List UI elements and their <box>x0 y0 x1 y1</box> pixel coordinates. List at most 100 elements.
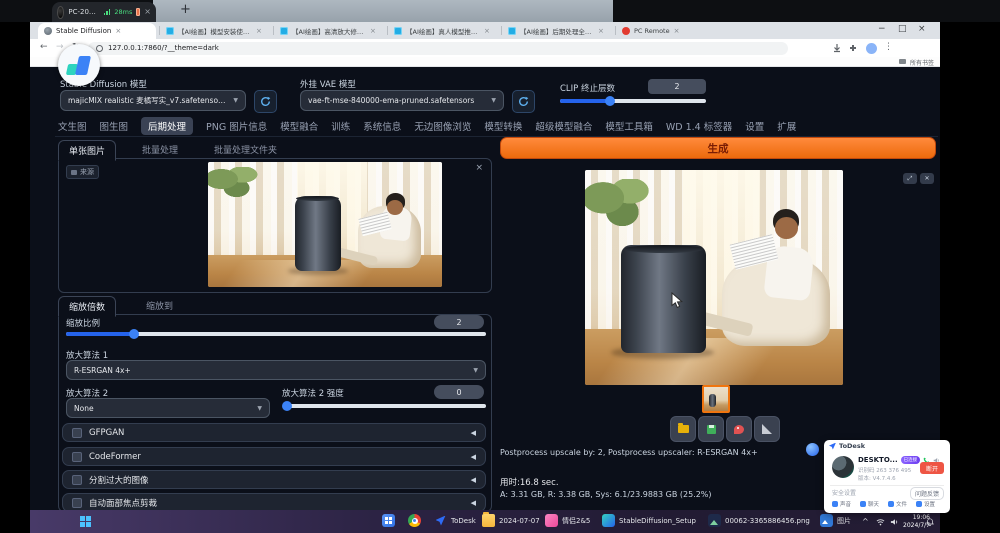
tab-system-info[interactable]: 系统信息 <box>363 119 401 133</box>
browser-tab[interactable]: 【AI绘画】真人模型推荐_哔哩哔哩 × <box>388 23 498 39</box>
tray-expand-icon[interactable]: ^ <box>862 517 869 526</box>
gallery-thumbnail[interactable] <box>702 385 730 413</box>
clear-image-icon[interactable]: × <box>475 164 483 173</box>
taskbar-setup[interactable]: StableDiffusion_Setup <box>602 514 696 527</box>
browser-tab-active[interactable]: Stable Diffusion × <box>38 23 156 39</box>
subtab-single-image[interactable]: 单张图片 <box>58 140 116 161</box>
scale-ratio-slider[interactable] <box>66 332 486 342</box>
tab-wd14-tagger[interactable]: WD 1.4 标签器 <box>666 119 732 133</box>
save-image-button[interactable] <box>698 416 724 442</box>
remote-session-tab[interactable]: PC-20240625HFPL 28ms × <box>52 2 156 22</box>
accordion-codeformer[interactable]: CodeFormer ◀ <box>62 447 486 466</box>
tab-checkpoint-merger[interactable]: 模型融合 <box>280 119 318 133</box>
subtab-scale-by[interactable]: 缩放倍数 <box>58 296 116 317</box>
generate-button[interactable]: 生成 <box>500 137 936 159</box>
taskbar-todesk[interactable]: ToDesk <box>434 514 476 527</box>
checkbox[interactable] <box>72 428 82 438</box>
remote-new-tab-button[interactable]: + <box>180 2 191 17</box>
wifi-icon[interactable] <box>876 518 885 526</box>
subtab-batch-folder[interactable]: 批量处理文件夹 <box>204 140 287 159</box>
todesk-action-files[interactable]: 文件 <box>888 500 907 508</box>
todesk-action-sound[interactable]: 声音 <box>832 500 851 508</box>
window-minimize-button[interactable]: − <box>878 24 886 34</box>
vae-model-dropdown[interactable]: vae-ft-mse-840000-ema-pruned.safetensors… <box>300 90 504 111</box>
open-folder-button[interactable] <box>670 416 696 442</box>
todesk-titlebar[interactable]: ToDesk <box>824 440 950 452</box>
browser-tab[interactable]: 【AI绘画】后期处理全流程_哔哩哔哩 × <box>502 23 612 39</box>
checkbox[interactable] <box>72 452 82 462</box>
slider-handle[interactable] <box>282 401 292 411</box>
notification-bell-icon[interactable] <box>926 518 934 526</box>
bookmarks-folder-icon[interactable] <box>899 59 906 64</box>
accordion-split-oversized[interactable]: 分割过大的图像 ◀ <box>62 470 486 489</box>
resize-tool-button[interactable] <box>754 416 780 442</box>
todesk-settings-link[interactable]: 安全设置 <box>832 488 856 497</box>
todesk-action-chat[interactable]: 聊天 <box>860 500 879 508</box>
tab-close-icon[interactable]: × <box>370 27 376 35</box>
tab-txt2img[interactable]: 文生图 <box>58 119 87 133</box>
todesk-feedback-button[interactable]: 问题反馈 <box>910 487 944 500</box>
subtab-batch-process[interactable]: 批量处理 <box>132 140 188 159</box>
taskbar-chrome[interactable] <box>408 514 421 527</box>
tab-model-toolkit[interactable]: 模型工具箱 <box>605 119 653 133</box>
tab-close-icon[interactable]: × <box>484 27 490 35</box>
clip-skip-value[interactable]: 2 <box>648 79 706 94</box>
url-bar[interactable]: 127.0.0.1:7860/?__theme=dark <box>88 42 788 55</box>
remote-tab-close-icon[interactable]: × <box>144 8 151 16</box>
taskbar-png-file[interactable]: 00062-3365886456.png <box>708 514 810 527</box>
window-maximize-button[interactable]: □ <box>898 24 907 34</box>
subtab-scale-to[interactable]: 缩放到 <box>136 296 183 315</box>
bookmarks-label[interactable]: 所有书签 <box>910 58 934 67</box>
tab-close-icon[interactable]: × <box>115 27 121 35</box>
tab-model-converter[interactable]: 模型转换 <box>484 119 522 133</box>
accordion-gfpgan[interactable]: GFPGAN ◀ <box>62 423 486 442</box>
tab-extensions[interactable]: 扩展 <box>777 119 796 133</box>
close-preview-button[interactable]: ✕ <box>920 173 934 184</box>
extensions-icon[interactable] <box>848 43 858 53</box>
screenshot-icon[interactable] <box>136 8 140 16</box>
taskbar-widgets[interactable] <box>382 514 395 527</box>
upscaler2-dropdown[interactable]: None ▼ <box>66 398 270 418</box>
todesk-disconnect-button[interactable]: 断开 <box>920 462 944 474</box>
upscaler1-dropdown[interactable]: R-ESRGAN 4x+ ▼ <box>66 360 486 380</box>
result-image[interactable] <box>585 170 843 385</box>
clip-skip-slider[interactable] <box>560 99 706 109</box>
send-to-extras-button[interactable] <box>726 416 752 442</box>
slider-handle[interactable] <box>605 96 615 106</box>
tab-super-merger[interactable]: 超级模型融合 <box>535 119 592 133</box>
tab-settings[interactable]: 设置 <box>745 119 764 133</box>
tab-train[interactable]: 训练 <box>331 119 350 133</box>
browser-tab[interactable]: 【AI绘画】模型安装使用教程_哔哩哔哩 × <box>160 23 270 39</box>
upscaler2-strength-slider[interactable] <box>284 404 486 414</box>
tab-image-browser[interactable]: 无边图像浏览 <box>414 119 471 133</box>
download-icon[interactable] <box>832 43 842 53</box>
scale-ratio-value[interactable]: 2 <box>434 315 484 329</box>
sd-model-refresh-button[interactable] <box>254 90 277 113</box>
browser-menu-icon[interactable]: ⋮ <box>884 42 893 52</box>
taskbar-folder[interactable]: 2024-07-07 <box>482 514 540 527</box>
profile-avatar[interactable] <box>866 43 877 54</box>
todesk-float-ball[interactable] <box>806 443 819 456</box>
tab-close-icon[interactable]: × <box>598 27 604 35</box>
source-image[interactable] <box>208 162 442 287</box>
tab-close-icon[interactable]: × <box>674 27 680 35</box>
tab-close-icon[interactable]: × <box>256 27 262 35</box>
checkbox[interactable] <box>72 475 82 485</box>
start-button[interactable] <box>80 516 91 527</box>
slider-handle[interactable] <box>129 329 139 339</box>
volume-icon[interactable] <box>890 518 899 526</box>
upscaler2-strength-value[interactable]: 0 <box>434 385 484 399</box>
browser-tab[interactable]: PC Remote × <box>616 23 708 39</box>
tab-img2img[interactable]: 图生图 <box>100 119 129 133</box>
back-icon[interactable]: ← <box>40 42 48 52</box>
todesk-action-settings[interactable]: 设置 <box>916 500 935 508</box>
taskbar-pictures[interactable]: 图片 <box>820 514 851 527</box>
tab-png-info[interactable]: PNG 图片信息 <box>206 119 267 133</box>
checkbox[interactable] <box>72 498 82 508</box>
taskbar-pink-app[interactable]: 情侣2&5 <box>545 514 590 527</box>
browser-tab[interactable]: 【AI绘画】高清放大修复教程_哔哩哔哩 × <box>274 23 384 39</box>
window-close-button[interactable]: × <box>918 24 926 34</box>
expand-image-button[interactable]: ⤢ <box>903 173 917 184</box>
site-info-icon[interactable] <box>96 45 103 52</box>
sd-model-dropdown[interactable]: majicMIX realistic 麦橘写实_v7.safetensors [… <box>60 90 246 111</box>
